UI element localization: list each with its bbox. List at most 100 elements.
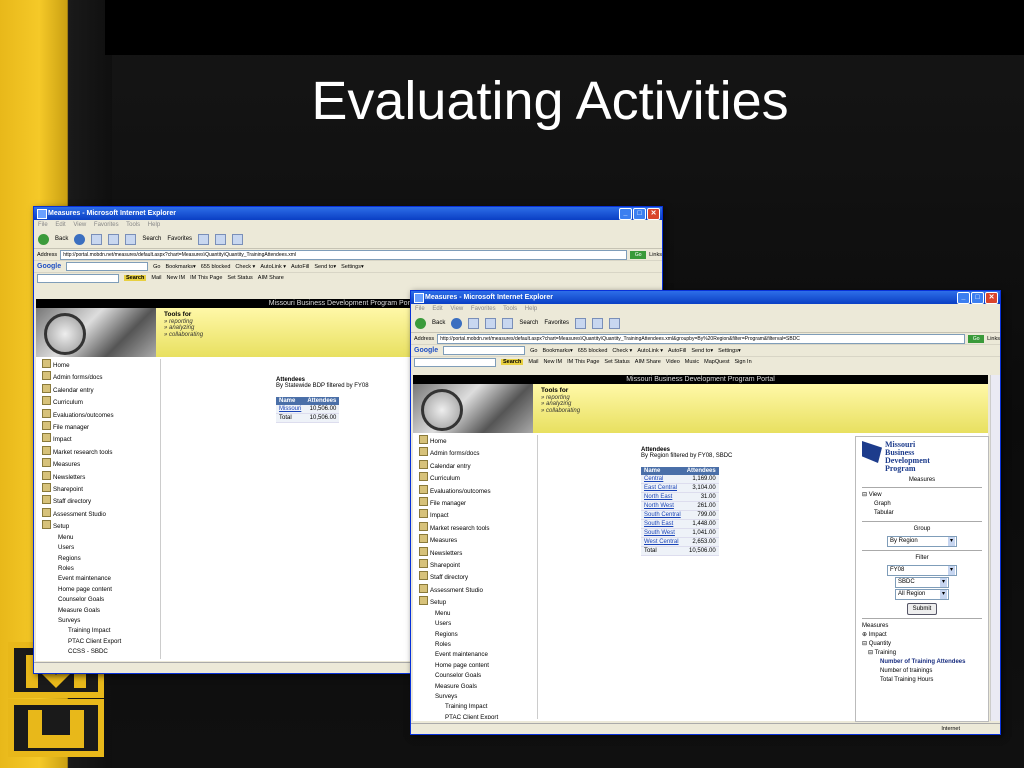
nav-item[interactable]: File manager — [42, 421, 160, 433]
nav-item[interactable]: Home — [419, 435, 537, 447]
nav-item[interactable]: Users — [419, 619, 537, 629]
nav-item[interactable]: Event maintenance — [419, 650, 537, 660]
row-name-link[interactable]: Missouri — [279, 406, 301, 412]
view-option-graph[interactable]: Graph — [856, 500, 988, 509]
nav-item[interactable]: Event maintenance — [42, 574, 160, 584]
column-header[interactable]: Attendees — [683, 467, 719, 475]
tree-item[interactable]: ⊟ Quantity — [856, 640, 988, 649]
minimize-button[interactable]: _ — [957, 292, 970, 304]
group-select[interactable]: By Region — [887, 536, 957, 547]
google-item[interactable]: AutoFill — [668, 348, 686, 354]
nav-item[interactable]: Impact — [42, 433, 160, 445]
nav-item[interactable]: Setup — [42, 520, 160, 532]
nav-item[interactable]: Evaluations/outcomes — [419, 484, 537, 497]
tree-item[interactable]: Number of trainings — [856, 667, 988, 676]
google-item[interactable]: AutoFill — [291, 264, 309, 270]
google-item[interactable]: Bookmarks▾ — [165, 264, 195, 270]
nav-item[interactable]: Calendar entry — [42, 383, 160, 396]
view-option-tabular[interactable]: Tabular — [856, 509, 988, 518]
yahoo-item[interactable]: Set Status — [604, 359, 629, 365]
yahoo-item[interactable]: Music — [685, 359, 699, 365]
go-button[interactable]: Go — [968, 334, 985, 343]
nav-item[interactable]: Curriculum — [42, 396, 160, 408]
history-icon[interactable] — [198, 233, 210, 245]
nav-item[interactable]: Users — [42, 543, 160, 553]
nav-item[interactable]: Measures — [42, 458, 160, 470]
stop-icon[interactable] — [91, 233, 103, 245]
nav-item[interactable]: Curriculum — [419, 472, 537, 484]
history-icon[interactable] — [575, 317, 587, 329]
row-name-link[interactable]: East Central — [644, 485, 677, 491]
google-item[interactable]: Settings▾ — [718, 348, 741, 354]
back-label[interactable]: Back — [55, 236, 68, 242]
google-item[interactable]: 655 blocked — [201, 264, 231, 270]
menu-bar[interactable]: File Edit View Favorites Tools Help — [34, 220, 662, 230]
forward-icon[interactable] — [451, 317, 463, 329]
nav-item[interactable]: Admin forms/docs — [42, 371, 160, 383]
nav-item[interactable]: Staff directory — [42, 495, 160, 507]
favorites-label[interactable]: Favorites — [544, 320, 569, 326]
vertical-scrollbar[interactable] — [990, 375, 1000, 721]
close-button[interactable]: ✕ — [647, 208, 660, 220]
yahoo-item[interactable]: Set Status — [227, 275, 252, 281]
yahoo-item[interactable]: Video — [666, 359, 680, 365]
search-label[interactable]: Search — [519, 320, 538, 326]
google-item[interactable]: Check ▾ — [235, 264, 255, 270]
window-titlebar[interactable]: Measures - Microsoft Internet Explorer _… — [411, 291, 1000, 304]
nav-item[interactable]: Newsletters — [419, 546, 537, 559]
nav-item[interactable]: File manager — [419, 497, 537, 509]
address-input[interactable]: http://portal.mobdn.net/measures/default… — [60, 249, 628, 260]
row-name-link[interactable]: North West — [644, 503, 674, 509]
google-item[interactable]: Send to▾ — [314, 264, 336, 270]
nav-item[interactable]: Sharepoint — [419, 559, 537, 571]
row-name-link[interactable]: Central — [644, 476, 663, 482]
google-item[interactable]: AutoLink ▾ — [637, 348, 663, 354]
yahoo-item[interactable]: Sign In — [735, 359, 752, 365]
google-item[interactable]: AutoLink ▾ — [260, 264, 286, 270]
tree-item[interactable]: Measures — [856, 622, 988, 631]
go-button[interactable]: Go — [630, 250, 647, 259]
row-name-link[interactable]: South West — [644, 530, 675, 536]
yahoo-search-button[interactable]: Search — [124, 275, 147, 281]
google-item[interactable]: Settings▾ — [341, 264, 364, 270]
nav-item[interactable]: Home — [42, 359, 160, 371]
menu-bar[interactable]: File Edit View Favorites Tools Help — [411, 304, 1000, 314]
nav-item[interactable]: Evaluations/outcomes — [42, 408, 160, 421]
nav-item[interactable]: Training Impact — [42, 626, 160, 636]
yahoo-item[interactable]: IM This Page — [567, 359, 599, 365]
nav-item[interactable]: Staff directory — [419, 571, 537, 583]
tree-item[interactable]: ⊟ Training — [856, 649, 988, 658]
nav-item[interactable]: PTAC Client Export — [419, 713, 537, 719]
nav-item[interactable]: Menu — [419, 609, 537, 619]
home-icon[interactable] — [502, 317, 514, 329]
tree-item[interactable]: Total Training Hours — [856, 676, 988, 685]
nav-item[interactable]: PTAC Client Export — [42, 637, 160, 647]
google-item[interactable]: Send to▾ — [691, 348, 713, 354]
nav-item[interactable]: Surveys — [42, 616, 160, 626]
nav-item[interactable]: Market research tools — [42, 445, 160, 458]
yahoo-item[interactable]: New IM — [166, 275, 185, 281]
row-name-link[interactable]: West Central — [644, 539, 679, 545]
nav-item[interactable]: Setup — [419, 596, 537, 608]
nav-item[interactable]: Surveys — [419, 692, 537, 702]
nav-item[interactable]: Newsletters — [42, 470, 160, 483]
yahoo-search-input[interactable] — [414, 357, 496, 367]
nav-item[interactable]: Calendar entry — [419, 459, 537, 472]
nav-item[interactable]: Roles — [419, 640, 537, 650]
nav-item[interactable]: Assessment Studio — [419, 583, 537, 596]
submit-button[interactable]: Submit — [907, 603, 937, 615]
yahoo-item[interactable]: New IM — [543, 359, 562, 365]
nav-item[interactable]: Measures — [419, 534, 537, 546]
filter-region-select[interactable]: All Region — [895, 589, 949, 600]
yahoo-search-input[interactable] — [37, 273, 119, 283]
search-label[interactable]: Search — [142, 236, 161, 242]
row-name-link[interactable]: North East — [644, 494, 672, 500]
google-search-input[interactable] — [66, 262, 149, 271]
nav-item[interactable]: Measure Goals — [42, 606, 160, 616]
mail-icon[interactable] — [215, 233, 227, 245]
print-icon[interactable] — [609, 317, 621, 329]
tree-item-selected[interactable]: Number of Training Attendees — [856, 658, 988, 667]
yahoo-search-button[interactable]: Search — [501, 359, 524, 365]
minimize-button[interactable]: _ — [619, 208, 632, 220]
nav-item[interactable]: Regions — [42, 554, 160, 564]
